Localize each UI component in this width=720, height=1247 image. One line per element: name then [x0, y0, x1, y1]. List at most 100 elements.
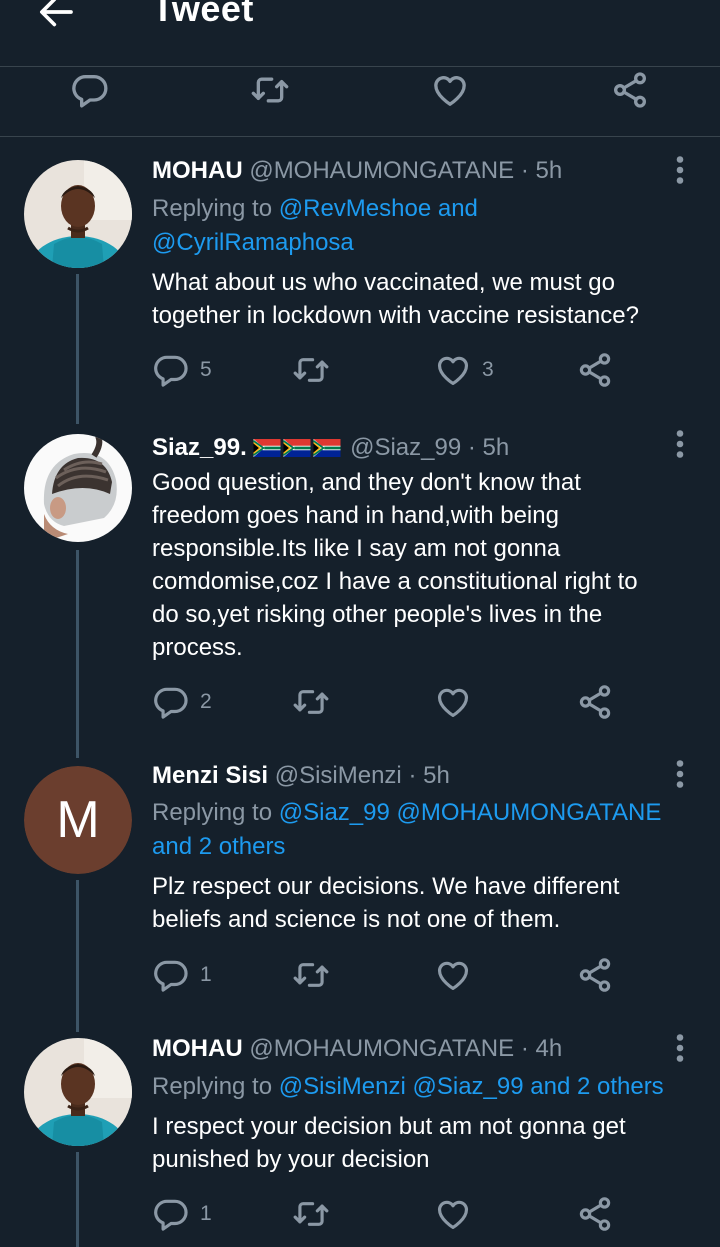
tweet-text-line: Good question, and they don't know that [152, 469, 581, 496]
display-name[interactable]: Siaz_99. [152, 434, 247, 461]
replying-label: Replying to [152, 1073, 279, 1100]
top-bar: Tweet [0, 0, 720, 67]
retweet-button[interactable] [292, 350, 330, 390]
reply-icon [152, 683, 190, 721]
share-button[interactable] [576, 955, 614, 995]
like-icon [434, 1195, 472, 1233]
retweet-icon [292, 683, 330, 721]
tweet-action-bar: 1 [152, 955, 632, 995]
like-button[interactable] [434, 955, 472, 995]
reply-count: 1 [200, 963, 212, 986]
tweet-text-line: What about us who vaccinated, we must go [152, 269, 615, 296]
profile-photo [24, 160, 132, 268]
reply-button[interactable]: 2 [152, 682, 212, 722]
share-button[interactable] [610, 70, 650, 110]
tweet-text: Plz respect our decisions. We have diffe… [152, 870, 692, 936]
thread-connector [76, 1152, 79, 1247]
avatar[interactable] [24, 434, 132, 542]
and-text: and [431, 195, 478, 222]
reply-icon [70, 70, 110, 110]
tweet-header: MOHAU @MOHAUMONGATANE · 4h [152, 1034, 562, 1064]
like-button[interactable] [434, 1194, 472, 1234]
tweet-text: I respect your decision but am not gonna… [152, 1110, 692, 1176]
separator-dot: · [467, 434, 476, 461]
share-icon [576, 351, 614, 389]
display-name[interactable]: MOHAU [152, 1035, 243, 1062]
avatar[interactable] [24, 1038, 132, 1146]
others-link[interactable]: and 2 others [530, 1073, 663, 1100]
reply-count: 5 [200, 358, 212, 381]
more-options-button[interactable] [662, 152, 698, 188]
mention-link[interactable]: @Siaz_99 [412, 1073, 523, 1100]
south-africa-flag-icon [283, 439, 311, 457]
mention-link[interactable]: @MOHAUMONGATANE [397, 799, 662, 826]
user-handle[interactable]: @SisiMenzi [275, 762, 402, 789]
tweet-text-line: do so,yet risking other people's lives i… [152, 601, 603, 628]
like-button[interactable] [430, 70, 470, 110]
display-name[interactable]: MOHAU [152, 157, 243, 184]
tweet-text-line: comdomise,coz I have a constitutional ri… [152, 568, 638, 595]
page-title: Tweet [152, 0, 254, 29]
mention-link[interactable]: @RevMeshoe [279, 195, 431, 222]
share-icon [576, 956, 614, 994]
timestamp[interactable]: 5h [483, 434, 510, 461]
avatar[interactable]: M [24, 766, 132, 874]
reply-button[interactable]: 5 [152, 350, 212, 390]
tweet-action-bar: 5 3 [152, 350, 632, 390]
flag-emojis [253, 434, 350, 461]
user-handle[interactable]: @MOHAUMONGATANE [249, 1035, 514, 1062]
timestamp[interactable]: 4h [535, 1035, 562, 1062]
south-africa-flag-icon [313, 439, 341, 457]
retweet-button[interactable] [250, 70, 290, 110]
share-button[interactable] [576, 1194, 614, 1234]
like-button[interactable]: 3 [434, 350, 494, 390]
tweet-text-line: process. [152, 634, 243, 661]
others-link[interactable]: and 2 others [152, 833, 285, 860]
separator-dot: · [520, 1035, 529, 1062]
retweet-button[interactable] [292, 682, 330, 722]
display-name[interactable]: Menzi Sisi [152, 762, 268, 789]
replying-to: Replying to @Siaz_99 @MOHAUMONGATANE and … [152, 796, 702, 864]
tweet-text: What about us who vaccinated, we must go… [152, 266, 692, 332]
more-options-button[interactable] [662, 756, 698, 792]
tweet-text: Good question, and they don't know that … [152, 466, 692, 664]
more-vertical-icon [662, 756, 698, 792]
mention-link[interactable]: @CyrilRamaphosa [152, 229, 354, 256]
tweet-header: MOHAU @MOHAUMONGATANE · 5h [152, 156, 562, 186]
retweet-icon [250, 70, 290, 110]
arrow-left-icon [40, 0, 73, 27]
retweet-button[interactable] [292, 1194, 330, 1234]
mention-link[interactable]: @SisiMenzi [279, 1073, 406, 1100]
avatar-letter-circle: M [24, 766, 132, 874]
user-handle[interactable]: @MOHAUMONGATANE [249, 157, 514, 184]
like-icon [430, 70, 470, 110]
share-button[interactable] [576, 682, 614, 722]
retweet-button[interactable] [292, 955, 330, 995]
reply-icon [152, 1195, 190, 1233]
user-handle[interactable]: @Siaz_99 [350, 434, 461, 461]
thread-connector [76, 880, 79, 1032]
timestamp[interactable]: 5h [423, 762, 450, 789]
more-vertical-icon [662, 426, 698, 462]
more-options-button[interactable] [662, 426, 698, 462]
separator-dot: · [408, 762, 417, 789]
like-icon [434, 351, 472, 389]
share-icon [576, 1195, 614, 1233]
reply-button[interactable]: 1 [152, 955, 212, 995]
timestamp[interactable]: 5h [535, 157, 562, 184]
mention-link[interactable]: @Siaz_99 [279, 799, 390, 826]
retweet-icon [292, 956, 330, 994]
back-button[interactable] [36, 0, 76, 32]
profile-photo [24, 434, 132, 542]
avatar[interactable] [24, 160, 132, 268]
reply-button[interactable]: 1 [152, 1194, 212, 1234]
tweet-text-line: freedom goes hand in hand,with being [152, 502, 559, 529]
more-vertical-icon [662, 1030, 698, 1066]
share-button[interactable] [576, 350, 614, 390]
main-tweet-action-bar [0, 66, 720, 137]
reply-button[interactable] [70, 70, 110, 110]
retweet-icon [292, 351, 330, 389]
more-options-button[interactable] [662, 1030, 698, 1066]
like-button[interactable] [434, 682, 472, 722]
like-icon [434, 956, 472, 994]
